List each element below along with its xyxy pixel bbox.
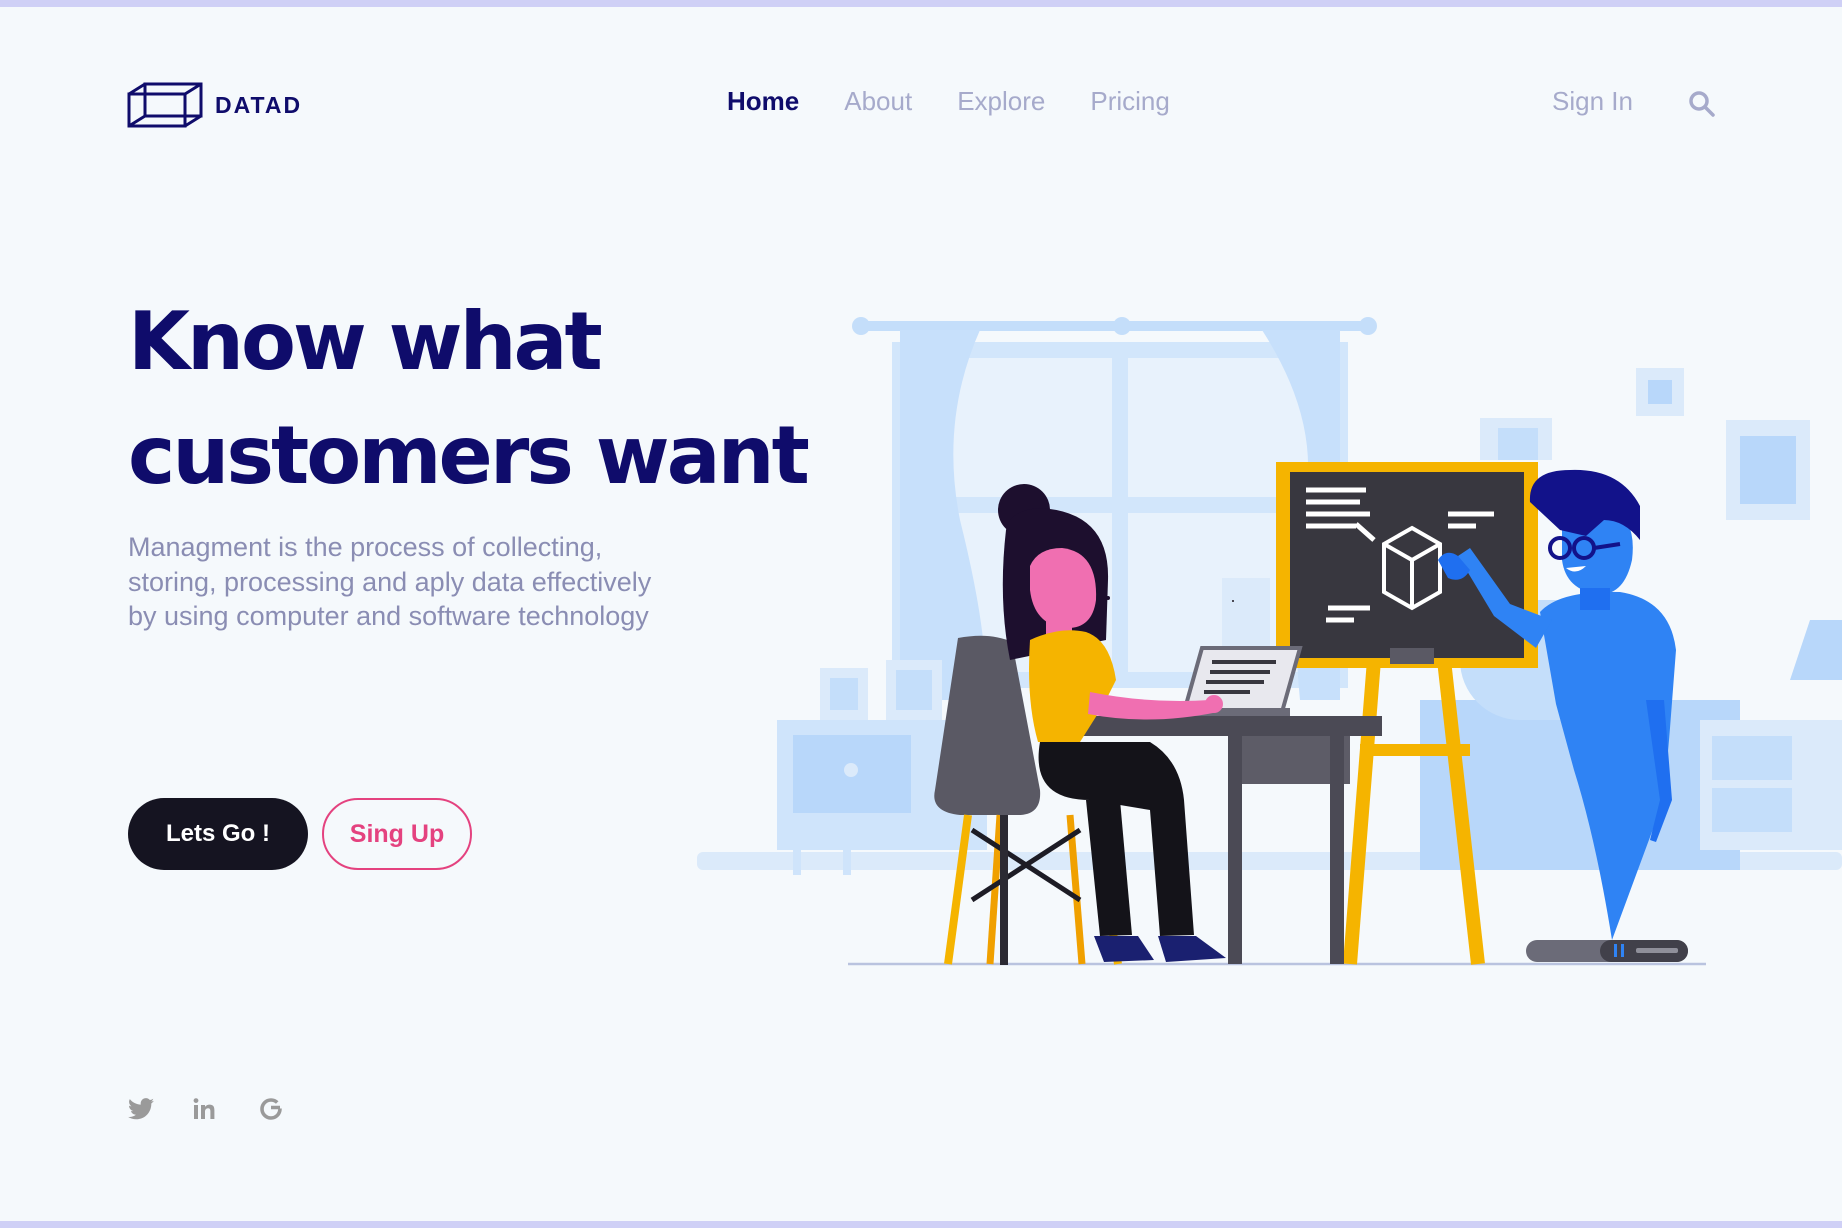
nav-about[interactable]: About bbox=[844, 86, 912, 117]
top-border bbox=[0, 0, 1842, 7]
google-link[interactable] bbox=[256, 1094, 286, 1124]
bottom-border bbox=[0, 1221, 1842, 1228]
hero-description: Managment is the process of collecting, … bbox=[128, 532, 652, 631]
sign-in-link[interactable]: Sign In bbox=[1552, 86, 1633, 117]
twitter-icon bbox=[128, 1098, 154, 1120]
hero-illustration bbox=[697, 317, 1842, 966]
main-nav: Home About Explore Pricing bbox=[727, 86, 1215, 117]
hologram-device bbox=[1526, 940, 1688, 962]
search-icon bbox=[1689, 91, 1715, 117]
nav-home[interactable]: Home bbox=[727, 86, 799, 117]
lets-go-button[interactable]: Lets Go ! bbox=[128, 798, 308, 870]
twitter-link[interactable] bbox=[126, 1094, 156, 1124]
sign-up-button[interactable]: Sing Up bbox=[322, 798, 472, 870]
brand-name: DATAD bbox=[215, 91, 303, 118]
google-icon bbox=[260, 1098, 282, 1120]
linkedin-link[interactable] bbox=[190, 1094, 220, 1124]
search-button[interactable] bbox=[1688, 90, 1716, 118]
linkedin-icon bbox=[193, 1098, 215, 1119]
nav-explore[interactable]: Explore bbox=[957, 86, 1045, 117]
logo[interactable]: DATAD bbox=[127, 82, 302, 128]
logo-box-icon bbox=[127, 82, 203, 128]
nav-pricing[interactable]: Pricing bbox=[1090, 86, 1169, 117]
